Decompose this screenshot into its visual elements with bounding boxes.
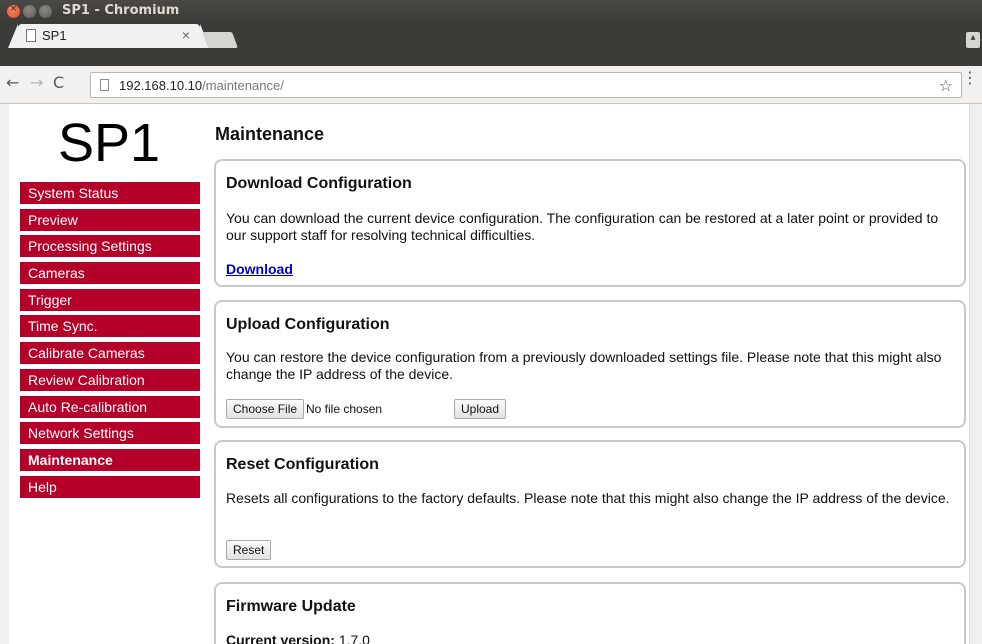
sidebar-item-network-settings[interactable]: Network Settings: [20, 422, 200, 445]
title-bar: × SP1 - Chromium: [0, 0, 982, 22]
page-scrollbar[interactable]: [969, 104, 982, 644]
upload-button[interactable]: Upload: [454, 399, 507, 419]
url-host: 192.168.10.10: [119, 78, 203, 93]
sidebar-item-system-status[interactable]: System Status: [20, 182, 200, 204]
web-page: SP1 System Status Preview Processing Set…: [9, 104, 982, 644]
browser-toolbar: ← → C 192.168.10.10/maintenance/ ☆ ⋮: [0, 66, 982, 104]
new-tab-button[interactable]: [202, 32, 238, 48]
version-label: Current version:: [226, 632, 335, 644]
tab-strip: SP1 × ▴: [0, 22, 982, 66]
sidebar-item-maintenance[interactable]: Maintenance: [20, 448, 200, 471]
upload-panel: Upload Configuration You can restore the…: [214, 300, 966, 428]
firmware-panel: Firmware Update Current version: 1.7.0: [214, 582, 966, 644]
sidebar-item-preview[interactable]: Preview: [20, 208, 200, 231]
sidebar-item-auto-recalibration[interactable]: Auto Re-calibration: [20, 395, 200, 418]
profile-icon[interactable]: ▴: [966, 32, 980, 48]
page-title: Maintenance: [215, 124, 325, 144]
window-maximize-button[interactable]: [39, 5, 52, 18]
download-description: You can download the current device conf…: [226, 210, 939, 243]
reload-icon[interactable]: C: [53, 73, 64, 92]
sidebar-item-trigger[interactable]: Trigger: [20, 288, 200, 311]
site-logo: SP1: [58, 113, 161, 173]
url-text: 192.168.10.10/maintenance/: [119, 78, 284, 93]
reset-button[interactable]: Reset: [226, 540, 272, 560]
sidebar-item-help[interactable]: Help: [20, 475, 200, 498]
sidebar-item-processing-settings[interactable]: Processing Settings: [20, 235, 200, 258]
window-title: SP1 - Chromium: [62, 3, 180, 18]
choose-file-button[interactable]: Choose File: [226, 399, 305, 419]
sidebar-item-review-calibration[interactable]: Review Calibration: [20, 368, 200, 391]
download-title: Download Configuration: [226, 175, 412, 192]
tab-close-icon[interactable]: ×: [182, 27, 190, 43]
window-minimize-button[interactable]: [23, 5, 36, 18]
browser-window: × SP1 - Chromium SP1 × ▴ ← → C 192.168.1…: [0, 0, 982, 644]
window-close-button[interactable]: ×: [7, 4, 20, 18]
url-path: /maintenance/: [202, 78, 284, 93]
reset-description: Resets all configurations to the factory…: [226, 490, 950, 506]
upload-title: Upload Configuration: [226, 316, 390, 333]
close-icon: ×: [9, 4, 18, 14]
page-icon: [26, 29, 36, 42]
tab-sp1[interactable]: SP1 ×: [8, 24, 210, 48]
menu-icon[interactable]: ⋮: [962, 70, 978, 86]
reset-title: Reset Configuration: [226, 456, 379, 473]
sidebar-nav: System Status Preview Processing Setting…: [20, 182, 200, 502]
firmware-title: Firmware Update: [226, 598, 356, 615]
sidebar-item-time-sync[interactable]: Time Sync.: [20, 315, 200, 338]
download-panel: Download Configuration You can download …: [214, 159, 966, 287]
bookmark-star-icon[interactable]: ☆: [939, 76, 953, 95]
forward-arrow-icon[interactable]: →: [30, 73, 43, 92]
tab-title: SP1: [42, 28, 67, 43]
download-link[interactable]: Download: [226, 261, 293, 277]
version-value: 1.7.0: [338, 632, 370, 644]
reset-panel: Reset Configuration Resets all configura…: [214, 440, 966, 568]
back-arrow-icon[interactable]: ←: [6, 73, 19, 92]
no-file-chosen-text: No file chosen: [306, 402, 383, 416]
current-version: Current version: 1.7.0: [226, 632, 370, 644]
address-bar[interactable]: 192.168.10.10/maintenance/ ☆: [90, 72, 962, 98]
sidebar-item-cameras[interactable]: Cameras: [20, 262, 200, 285]
upload-description: You can restore the device configuration…: [226, 349, 942, 382]
page-icon: [100, 79, 109, 91]
sidebar-item-calibrate-cameras[interactable]: Calibrate Cameras: [20, 342, 200, 365]
